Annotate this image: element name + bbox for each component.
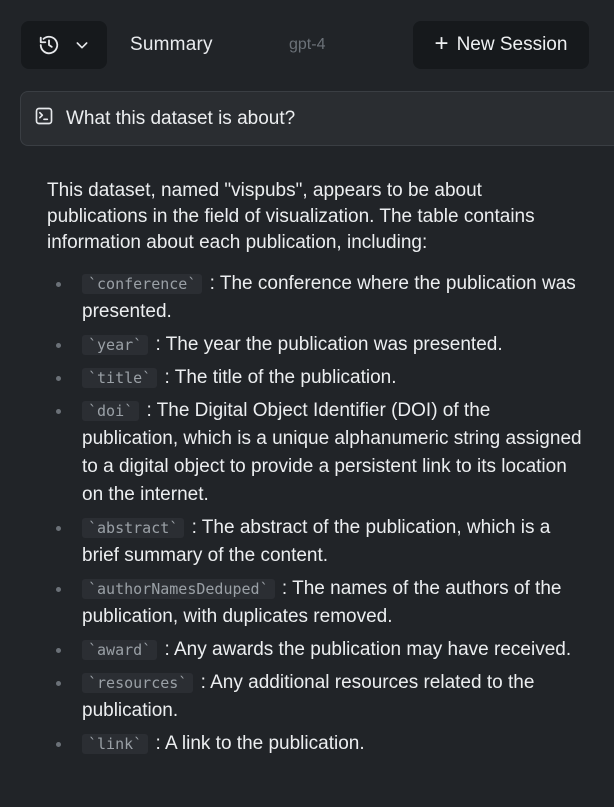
field-description: : Any awards the publication may have re… <box>164 639 572 660</box>
field-code: `conference` <box>82 274 203 294</box>
list-item: `authorNamesDeduped` : The names of the … <box>47 575 587 631</box>
field-code: `authorNamesDeduped` <box>82 579 275 599</box>
field-code: `title` <box>82 368 158 388</box>
prompt-icon <box>34 106 54 131</box>
plus-icon: + <box>434 30 449 57</box>
field-description: : The year the publication was presented… <box>155 334 503 355</box>
field-code: `link` <box>82 734 149 754</box>
field-code: `abstract` <box>82 518 185 538</box>
bullet-dot <box>56 587 61 592</box>
bullet-dot <box>56 526 61 531</box>
bullet-dot <box>56 742 61 747</box>
field-list: `conference` : The conference where the … <box>47 270 587 758</box>
list-item: `year` : The year the publication was pr… <box>47 331 587 359</box>
list-item: `award` : Any awards the publication may… <box>47 636 587 664</box>
bullet-dot <box>56 343 61 348</box>
bullet-dot <box>56 648 61 653</box>
top-bar: Summary gpt-4 + New Session <box>0 0 614 90</box>
field-description: : The title of the publication. <box>164 367 397 388</box>
bullet-dot <box>56 282 61 287</box>
new-session-button[interactable]: + New Session <box>413 21 589 69</box>
history-clock-icon <box>38 34 60 56</box>
list-item: `title` : The title of the publication. <box>47 364 587 392</box>
bullet-dot <box>56 376 61 381</box>
list-item: `doi` : The Digital Object Identifier (D… <box>47 397 587 509</box>
bullet-dot <box>56 681 61 686</box>
field-code: `year` <box>82 335 149 355</box>
page-title: Summary <box>130 34 213 55</box>
answer-intro: This dataset, named "vispubs", appears t… <box>47 180 535 253</box>
question-bubble[interactable]: What this dataset is about? <box>20 91 614 146</box>
model-label: gpt-4 <box>289 36 326 53</box>
field-description: : A link to the publication. <box>155 733 365 754</box>
field-code: `resources` <box>82 673 194 693</box>
answer-message: This dataset, named "vispubs", appears t… <box>47 178 587 763</box>
field-code: `award` <box>82 640 158 660</box>
bullet-dot <box>56 409 61 414</box>
list-item: `resources` : Any additional resources r… <box>47 669 587 725</box>
new-session-label: New Session <box>456 34 568 55</box>
chevron-down-icon <box>74 37 90 53</box>
field-code: `doi` <box>82 401 140 421</box>
list-item: `abstract` : The abstract of the publica… <box>47 514 587 570</box>
field-description: : The Digital Object Identifier (DOI) of… <box>82 400 582 505</box>
list-item: `link` : A link to the publication. <box>47 730 587 758</box>
list-item: `conference` : The conference where the … <box>47 270 587 326</box>
question-text: What this dataset is about? <box>66 107 296 129</box>
history-dropdown-button[interactable] <box>21 21 107 69</box>
